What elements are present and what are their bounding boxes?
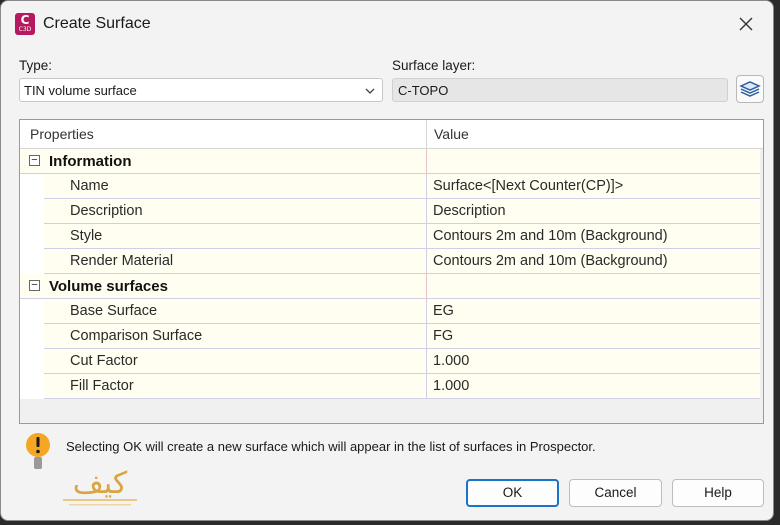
property-row-fill-factor[interactable]: Fill Factor 1.000 bbox=[20, 374, 760, 399]
property-row-description[interactable]: Description Description bbox=[20, 199, 760, 224]
property-row-style[interactable]: Style Contours 2m and 10m (Background) bbox=[20, 224, 760, 249]
property-name: Cut Factor bbox=[70, 353, 138, 369]
close-button[interactable] bbox=[731, 9, 761, 39]
property-value: EG bbox=[433, 303, 454, 319]
layers-icon bbox=[739, 81, 761, 97]
property-name: Description bbox=[70, 203, 143, 219]
property-name: Base Surface bbox=[70, 303, 158, 319]
chevron-down-icon bbox=[365, 88, 375, 94]
close-icon bbox=[739, 17, 753, 31]
property-value: Contours 2m and 10m (Background) bbox=[433, 228, 668, 244]
property-row-name[interactable]: Name Surface<[Next Counter(CP)]> bbox=[20, 174, 760, 199]
property-value: Surface<[Next Counter(CP)]> bbox=[433, 178, 624, 194]
dialog-title: Create Surface bbox=[43, 15, 151, 32]
civil3d-app-icon: C C3D bbox=[15, 13, 35, 35]
properties-grid: Properties Value − Information Name Surf… bbox=[19, 119, 764, 424]
properties-column-header: Properties bbox=[30, 126, 94, 142]
ok-button[interactable]: OK bbox=[466, 479, 559, 507]
watermark-logo: کیف bbox=[63, 466, 137, 506]
property-value: Description bbox=[433, 203, 506, 219]
property-row-base-surface[interactable]: Base Surface EG bbox=[20, 299, 760, 324]
cancel-button[interactable]: Cancel bbox=[569, 479, 662, 507]
type-dropdown[interactable]: TIN volume surface bbox=[19, 78, 383, 102]
property-name: Render Material bbox=[70, 253, 174, 269]
grid-header: Properties Value bbox=[20, 120, 763, 149]
property-name: Fill Factor bbox=[70, 378, 134, 394]
info-message: Selecting OK will create a new surface w… bbox=[66, 439, 596, 454]
property-value: 1.000 bbox=[433, 378, 470, 394]
svg-text:کیف: کیف bbox=[73, 466, 128, 501]
property-value: FG bbox=[433, 328, 454, 344]
collapse-icon[interactable]: − bbox=[29, 280, 40, 291]
category-label: Volume surfaces bbox=[49, 278, 168, 295]
category-row-information[interactable]: − Information bbox=[20, 149, 760, 174]
create-surface-dialog: C C3D Create Surface Type: TIN volume sur… bbox=[0, 0, 774, 521]
title-bar: C C3D Create Surface bbox=[1, 1, 773, 45]
type-dropdown-value: TIN volume surface bbox=[24, 83, 137, 98]
grid-rows: − Information Name Surface<[Next Counter… bbox=[20, 149, 760, 399]
warning-icon bbox=[26, 433, 50, 469]
surface-layer-label: Surface layer: bbox=[392, 58, 476, 73]
property-row-comparison-surface[interactable]: Comparison Surface FG bbox=[20, 324, 760, 349]
type-label: Type: bbox=[19, 58, 53, 73]
property-row-render-material[interactable]: Render Material Contours 2m and 10m (Bac… bbox=[20, 249, 760, 274]
surface-layer-field: C-TOPO bbox=[392, 78, 728, 102]
category-row-volume-surfaces[interactable]: − Volume surfaces bbox=[20, 274, 760, 299]
property-name: Style bbox=[70, 228, 103, 244]
surface-layer-value: C-TOPO bbox=[398, 83, 449, 98]
value-column-header: Value bbox=[434, 126, 469, 142]
help-button[interactable]: Help bbox=[672, 479, 764, 507]
layer-select-button[interactable] bbox=[736, 75, 764, 103]
category-label: Information bbox=[49, 153, 132, 170]
property-value: 1.000 bbox=[433, 353, 470, 369]
property-value: Contours 2m and 10m (Background) bbox=[433, 253, 668, 269]
property-name: Comparison Surface bbox=[70, 328, 203, 344]
collapse-icon[interactable]: − bbox=[29, 155, 40, 166]
property-row-cut-factor[interactable]: Cut Factor 1.000 bbox=[20, 349, 760, 374]
property-name: Name bbox=[70, 178, 109, 194]
